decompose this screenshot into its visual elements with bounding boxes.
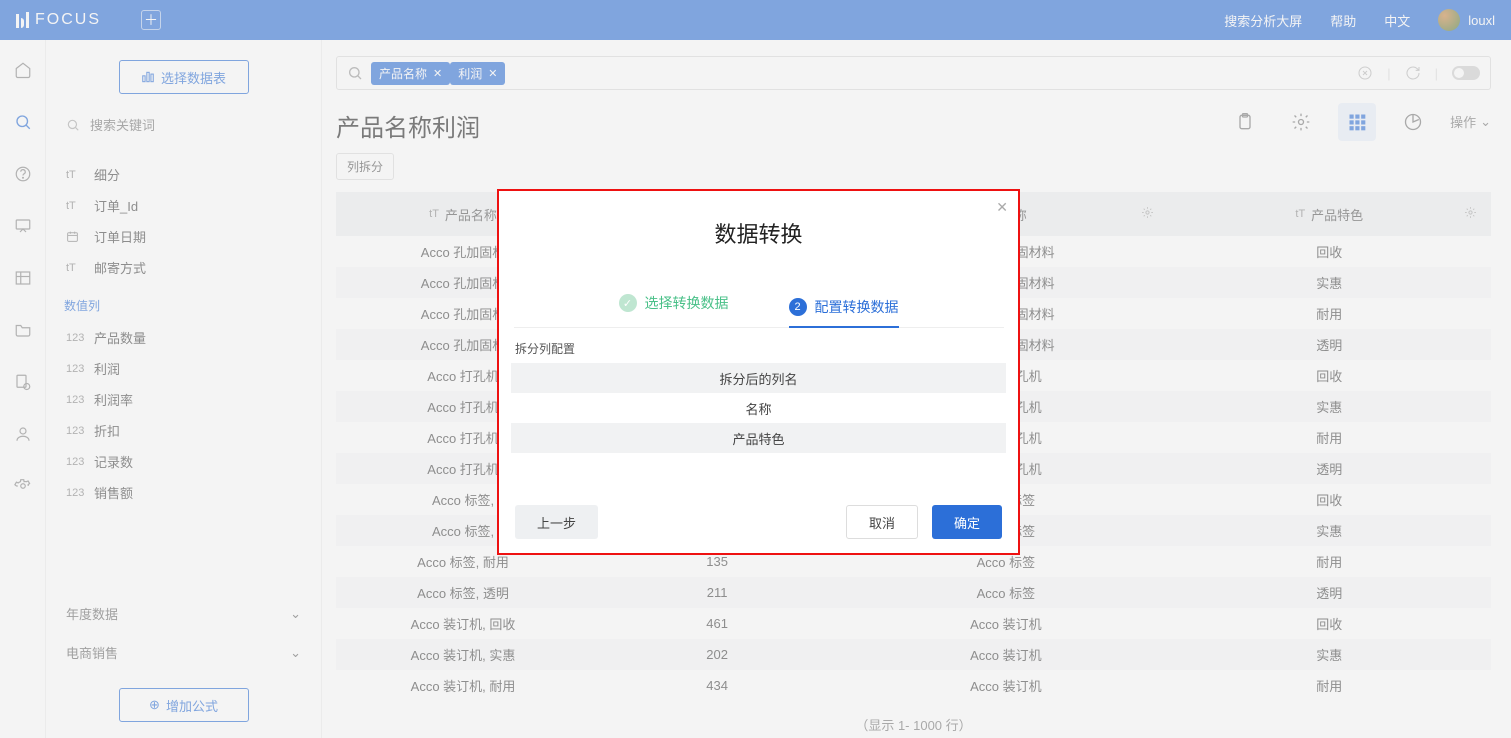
config-row-2[interactable]: 产品特色 — [511, 423, 1006, 453]
cancel-button[interactable]: 取消 — [846, 505, 918, 539]
close-icon[interactable]: ✕ — [996, 199, 1008, 216]
config-section-label: 拆分列配置 — [515, 340, 1002, 357]
config-header: 拆分后的列名 — [511, 363, 1006, 393]
data-transform-modal: ✕ 数据转换 ✓ 选择转换数据 2 配置转换数据 拆分列配置 拆分后的列名 名称… — [497, 189, 1020, 555]
config-row-1[interactable]: 名称 — [511, 393, 1006, 423]
step-1[interactable]: ✓ 选择转换数据 — [619, 293, 729, 319]
step-2[interactable]: 2 配置转换数据 — [789, 293, 899, 328]
confirm-button[interactable]: 确定 — [932, 505, 1002, 539]
prev-step-button[interactable]: 上一步 — [515, 505, 598, 539]
check-icon: ✓ — [619, 294, 637, 312]
modal-title: 数据转换 — [499, 217, 1018, 249]
